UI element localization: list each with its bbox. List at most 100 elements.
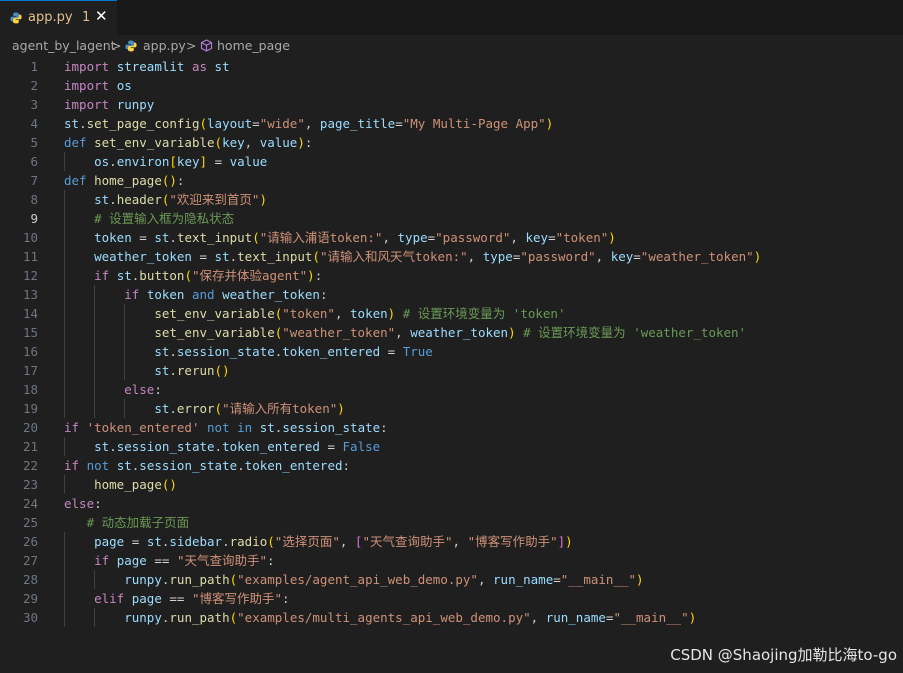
close-icon[interactable]: ✕ — [95, 7, 108, 25]
code-line[interactable]: 23 home_page() — [0, 475, 903, 494]
code-token: # 设置环境变量为 'token' — [402, 306, 566, 321]
code-token: environ — [116, 154, 170, 169]
code-line[interactable]: 13 if token and weather_token: — [0, 285, 903, 304]
code-token: , — [595, 249, 611, 264]
code-token: import — [64, 78, 110, 93]
code-token: , — [477, 572, 494, 587]
code-token: os — [116, 78, 132, 93]
code-token: "请输入和风天气token:" — [319, 249, 468, 264]
code-editor[interactable]: 1 import streamlit as st 2 import os 3 import… — [0, 57, 903, 673]
code-line[interactable]: 7 def home_page(): — [0, 171, 903, 190]
code-line[interactable]: 11 weather_token = st.text_input("请输入和风天… — [0, 247, 903, 266]
code-token: ) — [169, 173, 177, 188]
code-token: error — [176, 401, 215, 416]
code-token: value — [259, 135, 298, 150]
line-number: 24 — [22, 496, 38, 511]
code-text: home_page() — [64, 475, 177, 494]
code-text: else: — [64, 494, 102, 513]
breadcrumb: agent_by_lagent > app.py > home_page — [0, 35, 903, 57]
code-token: st — [154, 401, 170, 416]
line-number: 21 — [22, 439, 38, 454]
code-token: not — [86, 458, 110, 473]
line-number: 12 — [22, 268, 38, 283]
code-line[interactable]: 6 os.environ[key] = value — [0, 152, 903, 171]
code-token: = — [395, 116, 403, 131]
line-number: 25 — [22, 515, 38, 530]
code-line[interactable]: 20 if 'token_entered' not in st.session_s… — [0, 418, 903, 437]
code-text: if not st.session_state.token_entered: — [64, 456, 350, 475]
code-line[interactable]: 27 if page == "天气查询助手": — [0, 551, 903, 570]
code-line[interactable]: 30 runpy.run_path("examples/multi_agents… — [0, 608, 903, 627]
code-line[interactable]: 10 token = st.text_input("请输入浦语token:", … — [0, 228, 903, 247]
code-line[interactable]: 21 st.session_state.token_entered = Fals… — [0, 437, 903, 456]
chevron-right-icon: > — [111, 38, 122, 53]
code-token: ( — [199, 116, 208, 131]
code-line[interactable]: 29 elif page == "博客写作助手": — [0, 589, 903, 608]
line-number: 18 — [22, 382, 38, 397]
code-token: , — [382, 230, 398, 245]
code-line[interactable]: 25 # 动态加载子页面 — [0, 513, 903, 532]
code-token: == — [154, 553, 170, 568]
code-line[interactable]: 26 page = st.sidebar.radio("选择页面", ["天气查… — [0, 532, 903, 551]
code-token: : — [342, 458, 351, 473]
code-line[interactable]: 22 if not st.session_state.token_entered: — [0, 456, 903, 475]
code-line[interactable]: 16 st.session_state.token_entered = True — [0, 342, 903, 361]
code-token: text_input — [237, 249, 313, 264]
code-token: == — [169, 591, 185, 606]
code-token: = — [633, 249, 641, 264]
code-line[interactable]: 4 st.set_page_config(layout="wide", page_… — [0, 114, 903, 133]
code-line[interactable]: 3 import runpy — [0, 95, 903, 114]
code-token: run_path — [169, 572, 230, 587]
breadcrumb-symbol[interactable]: home_page — [217, 38, 290, 53]
code-token: token — [146, 287, 185, 302]
breadcrumb-folder[interactable]: agent_by_lagent — [12, 38, 116, 53]
code-text: if token and weather_token: — [64, 285, 327, 304]
code-token: ( — [267, 534, 275, 549]
code-line[interactable]: 2 import os — [0, 76, 903, 95]
code-line[interactable]: 18 else: — [0, 380, 903, 399]
code-token: = — [252, 116, 260, 131]
code-token: "欢迎来到首页" — [169, 192, 260, 207]
code-token: . — [214, 439, 223, 454]
code-token: : — [94, 496, 102, 511]
code-token: ( — [214, 363, 223, 378]
breadcrumb-file[interactable]: app.py — [143, 38, 186, 53]
code-line[interactable]: 8 st.header("欢迎来到首页") — [0, 190, 903, 209]
code-line[interactable]: 24 else: — [0, 494, 903, 513]
code-token: value — [229, 154, 268, 169]
code-token: ) — [337, 401, 345, 416]
code-token: True — [402, 344, 433, 359]
code-line[interactable]: 19 st.error("请输入所有token") — [0, 399, 903, 418]
code-line[interactable]: 15 set_env_variable("weather_token", wea… — [0, 323, 903, 342]
tab-app-py[interactable]: app.py 1 ✕ — [0, 0, 117, 35]
code-token: = — [553, 572, 561, 587]
code-line[interactable]: 1 import streamlit as st — [0, 57, 903, 76]
code-line[interactable]: 12 if st.button("保存并体验agent"): — [0, 266, 903, 285]
code-token: "博客写作助手" — [467, 534, 558, 549]
code-text: set_env_variable("token", token) # 设置环境变… — [64, 304, 565, 323]
code-text: else: — [64, 380, 162, 399]
code-line[interactable]: 5 def set_env_variable(key, value): — [0, 133, 903, 152]
code-token: weather_token — [222, 287, 320, 302]
code-line[interactable]: 14 set_env_variable("token", token) # 设置… — [0, 304, 903, 323]
code-text: # 设置输入框为隐私状态 — [64, 209, 234, 228]
code-line[interactable]: 17 st.rerun() — [0, 361, 903, 380]
code-line[interactable]: 28 runpy.run_path("examples/agent_api_we… — [0, 570, 903, 589]
watermark: CSDN @Shaojing加勒比海to-go — [670, 646, 897, 664]
code-token: session_state — [116, 439, 215, 454]
line-number: 4 — [30, 116, 38, 131]
code-line[interactable]: 9 # 设置输入框为隐私状态 — [0, 209, 903, 228]
code-token: st — [64, 116, 80, 131]
